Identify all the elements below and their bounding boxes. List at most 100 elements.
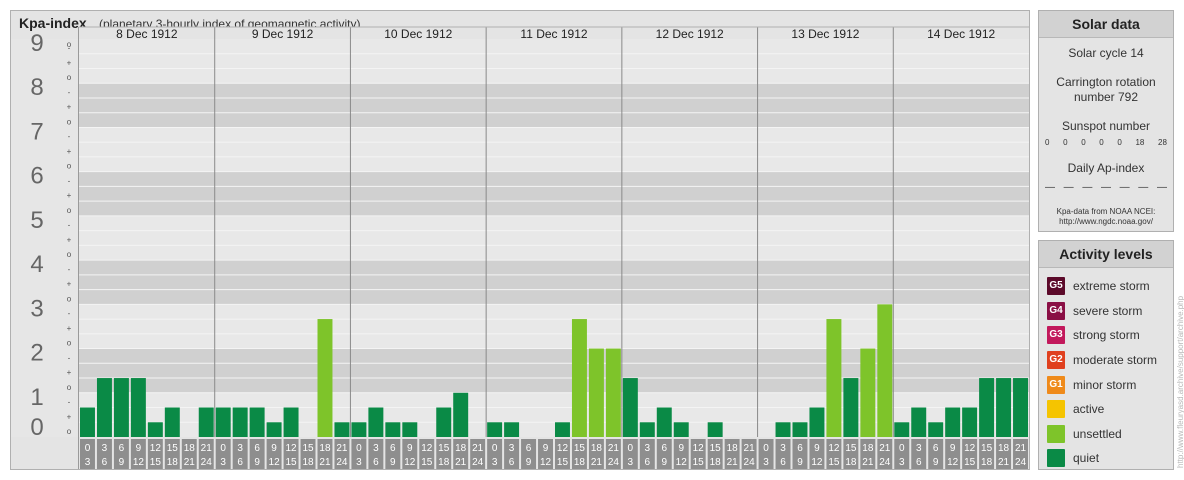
y-minor-tick-label: + <box>67 280 72 289</box>
kp-bar <box>792 422 808 437</box>
legend-swatch: G4 <box>1047 301 1065 320</box>
hour-end-label: 21 <box>184 457 196 468</box>
kp-bar <box>860 348 876 437</box>
y-minor-tick-label: - <box>68 176 71 185</box>
hour-start-label: 6 <box>254 443 260 454</box>
hour-end-label: 9 <box>254 457 260 468</box>
kp-bar <box>266 422 282 437</box>
kpa-chart-panel: Kpa-index (planetary 3-hourly index of g… <box>10 10 1030 470</box>
hour-start-label: 9 <box>678 443 684 454</box>
hour-end-label: 6 <box>373 457 379 468</box>
hour-start-label: 9 <box>136 443 142 454</box>
y-major-tick-label: 5 <box>30 207 43 234</box>
hour-start-label: 15 <box>710 443 722 454</box>
hour-end-label: 18 <box>845 457 857 468</box>
hour-start-label: 3 <box>102 443 108 454</box>
hour-start-label: 0 <box>899 443 905 454</box>
hour-end-label: 15 <box>285 457 297 468</box>
level-band <box>79 260 1029 305</box>
hour-start-label: 15 <box>845 443 857 454</box>
y-minor-tick-label: + <box>67 412 72 421</box>
y-minor-tick-label: + <box>67 147 72 156</box>
kp-bar <box>351 422 367 437</box>
kp-bar <box>588 348 604 437</box>
hour-start-label: 12 <box>964 443 976 454</box>
level-band <box>79 171 1029 216</box>
sunspot-value: 0 <box>1063 138 1068 147</box>
hour-start-label: 6 <box>661 443 667 454</box>
hour-end-label: 15 <box>150 457 162 468</box>
hour-end-label: 9 <box>797 457 803 468</box>
day-label: 10 Dec 1912 <box>384 27 452 41</box>
kp-bar <box>487 422 503 437</box>
day-label: 12 Dec 1912 <box>656 27 724 41</box>
kp-bar <box>317 319 333 437</box>
y-minor-tick-label: - <box>68 88 71 97</box>
solar-data-panel: Solar data Solar cycle 14 Carrington rot… <box>1038 10 1174 232</box>
legend-label: unsettled <box>1073 426 1122 441</box>
kp-bar <box>622 378 638 437</box>
y-minor-tick-label: + <box>67 324 72 333</box>
y-minor-tick-label: - <box>68 265 71 274</box>
legend-item-unsettled: unsettled <box>1047 422 1173 447</box>
hour-end-label: 15 <box>421 457 433 468</box>
ap-value: — <box>1045 182 1055 193</box>
legend-swatch: G3 <box>1047 326 1065 345</box>
level-band <box>79 215 1029 261</box>
kp-bar <box>232 407 248 437</box>
hour-end-label: 9 <box>661 457 667 468</box>
legend-swatch: G5 <box>1047 277 1065 296</box>
hour-end-label: 15 <box>693 457 705 468</box>
y-minor-tick-label: o <box>67 294 72 303</box>
hour-start-label: 18 <box>591 443 603 454</box>
hour-start-label: 3 <box>237 443 243 454</box>
y-major-tick-label: 4 <box>30 251 43 278</box>
kp-bar <box>962 407 978 437</box>
hour-end-label: 18 <box>167 457 179 468</box>
legend-label: severe storm <box>1073 303 1143 318</box>
legend-swatch <box>1047 449 1065 468</box>
hour-end-label: 12 <box>811 457 823 468</box>
ap-value: — <box>1138 182 1149 193</box>
hour-start-label: 12 <box>150 443 162 454</box>
legend-swatch <box>1047 424 1065 443</box>
activity-levels-panel: Activity levels G5 extreme storm G4 severe … <box>1038 240 1174 470</box>
hour-end-label: 12 <box>540 457 552 468</box>
sunspot-label: Sunspot number <box>1061 119 1151 133</box>
kp-bar <box>605 348 621 437</box>
carrington-line1: Carrington rotation <box>1056 75 1156 89</box>
kp-bar <box>979 378 995 437</box>
hour-start-label: 9 <box>950 443 956 454</box>
kp-bar <box>996 378 1012 437</box>
kp-bar <box>928 422 944 437</box>
y-major-tick-label: 1 <box>30 384 43 411</box>
hour-start-label: 18 <box>319 443 331 454</box>
kp-bar <box>198 407 214 437</box>
hour-start-label: 0 <box>220 443 226 454</box>
y-minor-tick-label: o <box>67 40 72 49</box>
hour-start-label: 3 <box>645 443 651 454</box>
hour-start-label: 18 <box>727 443 739 454</box>
kp-bar <box>707 422 723 437</box>
y-major-tick-label: 6 <box>30 163 43 190</box>
kp-bar <box>775 422 791 437</box>
legend-swatch: G2 <box>1047 351 1065 370</box>
y-major-tick-label: 8 <box>30 74 43 101</box>
hour-start-label: 21 <box>879 443 891 454</box>
y-major-tick-label: 0 <box>30 414 43 441</box>
hour-start-label: 6 <box>526 443 532 454</box>
y-minor-tick-label: o <box>67 206 72 215</box>
hour-start-label: 0 <box>356 443 362 454</box>
sunspot-value: 0 <box>1117 138 1122 147</box>
y-minor-tick-label: o <box>67 339 72 348</box>
hour-start-label: 9 <box>271 443 277 454</box>
ap-value: — <box>1119 182 1130 193</box>
kpa-bar-chart: 0123456789o+-o+-o+-o+-o+-o+-o+-o+-o+-o8 … <box>11 26 1029 469</box>
hour-end-label: 15 <box>964 457 976 468</box>
hour-start-label: 15 <box>302 443 314 454</box>
hour-start-label: 15 <box>574 443 586 454</box>
hour-start-label: 3 <box>916 443 922 454</box>
kp-bar <box>571 319 587 437</box>
hour-end-label: 18 <box>981 457 993 468</box>
legend-label: quiet <box>1073 451 1100 466</box>
